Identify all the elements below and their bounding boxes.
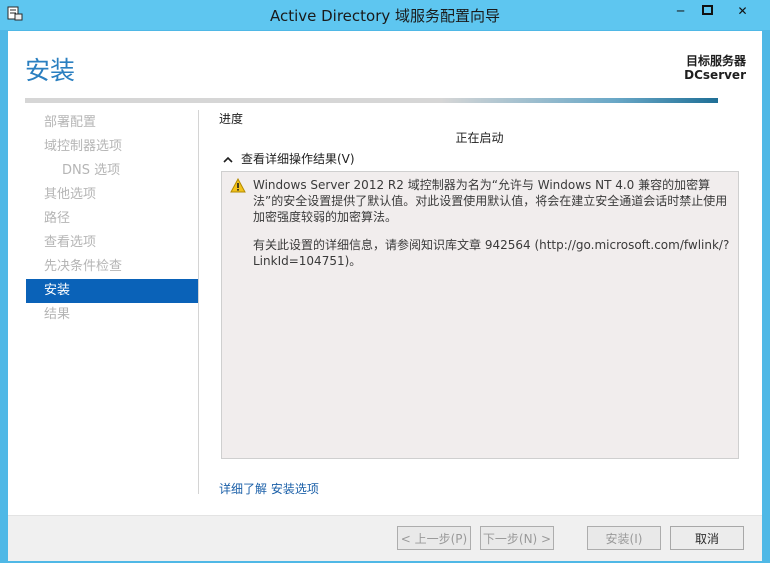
maximize-icon — [702, 4, 713, 18]
chevron-up-icon — [223, 154, 233, 164]
install-button[interactable]: 安装(I) — [587, 526, 661, 550]
window-title: Active Directory 域服务配置向导 — [269, 7, 501, 25]
minimize-button[interactable]: ─ — [667, 0, 694, 22]
nav-item-dns-options[interactable]: DNS 选项 — [26, 159, 198, 183]
nav-item-deployment[interactable]: 部署配置 — [26, 111, 198, 135]
title-bar[interactable]: Active Directory 域服务配置向导 ─ ✕ — [0, 0, 770, 30]
details-toggle-label: 查看详细操作结果(V) — [241, 152, 355, 166]
close-icon: ✕ — [737, 4, 748, 18]
progress-label: 进度 — [219, 112, 244, 126]
warning-message: Windows Server 2012 R2 域控制器为名为“允许与 Windo… — [253, 178, 728, 224]
wizard-client-area: 安装 目标服务器 DCserver 部署配置 域控制器选项 DNS 选项 其他选… — [8, 31, 762, 561]
wizard-step-nav: 部署配置 域控制器选项 DNS 选项 其他选项 路径 查看选项 先决条件检查 安… — [26, 111, 198, 327]
header-divider — [25, 98, 718, 103]
target-server-label: 目标服务器 — [685, 54, 746, 68]
learn-more-link[interactable]: 详细了解 安装选项 — [219, 480, 319, 497]
nav-item-additional-options[interactable]: 其他选项 — [26, 183, 198, 207]
close-button[interactable]: ✕ — [721, 0, 764, 22]
nav-item-prereq-check[interactable]: 先决条件检查 — [26, 255, 198, 279]
kb-article-message: 有关此设置的详细信息，请参阅知识库文章 942564 (http://go.mi… — [253, 238, 730, 268]
page-title: 安装 — [25, 56, 76, 85]
nav-item-dc-options[interactable]: 域控制器选项 — [26, 135, 198, 159]
status-text: 正在启动 — [455, 131, 504, 145]
minimize-icon: ─ — [676, 4, 685, 18]
nav-divider — [198, 110, 199, 494]
next-button[interactable]: 下一步(N) > — [480, 526, 554, 550]
nav-item-paths[interactable]: 路径 — [26, 207, 198, 231]
maximize-button[interactable] — [694, 0, 721, 22]
warning-icon — [230, 177, 246, 193]
target-server-name: DCserver — [684, 68, 746, 82]
details-panel[interactable]: Windows Server 2012 R2 域控制器为名为“允许与 Windo… — [221, 171, 739, 459]
nav-item-results[interactable]: 结果 — [26, 303, 198, 327]
cancel-button[interactable]: 取消 — [670, 526, 744, 550]
previous-button[interactable]: < 上一步(P) — [397, 526, 471, 550]
details-toggle[interactable]: 查看详细操作结果(V) — [223, 150, 355, 167]
nav-item-installation[interactable]: 安装 — [26, 279, 198, 303]
nav-item-review-options[interactable]: 查看选项 — [26, 231, 198, 255]
